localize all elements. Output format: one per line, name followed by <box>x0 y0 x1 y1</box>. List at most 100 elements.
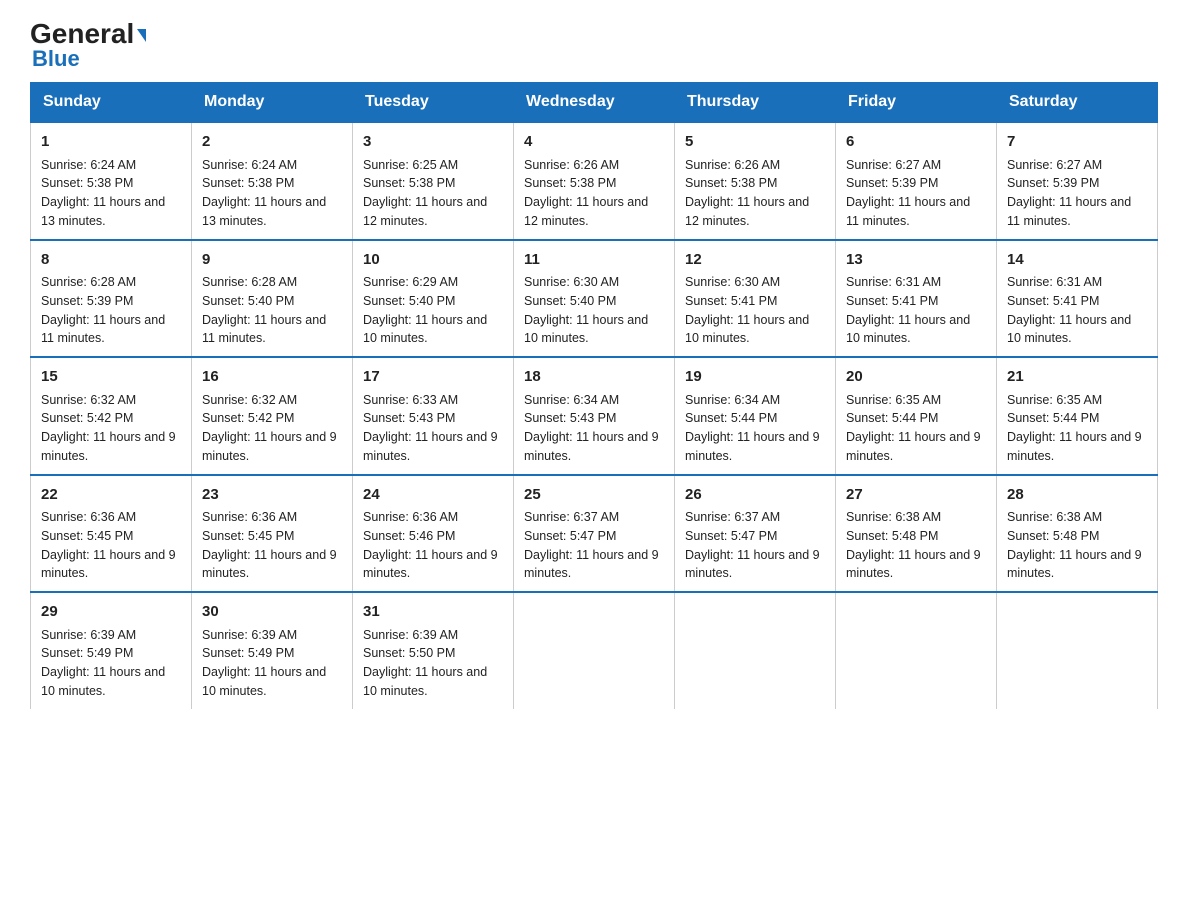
day-cell-9: 9Sunrise: 6:28 AMSunset: 5:40 PMDaylight… <box>192 240 353 358</box>
weekday-header-saturday: Saturday <box>997 83 1158 123</box>
sunset-text: Sunset: 5:41 PM <box>685 292 825 311</box>
day-number: 24 <box>363 484 503 507</box>
day-cell-19: 19Sunrise: 6:34 AMSunset: 5:44 PMDayligh… <box>675 357 836 475</box>
sunrise-text: Sunrise: 6:36 AM <box>202 508 342 527</box>
day-number: 14 <box>1007 249 1147 272</box>
day-number: 26 <box>685 484 825 507</box>
daylight-text: Daylight: 11 hours and 11 minutes. <box>1007 193 1147 231</box>
sunrise-text: Sunrise: 6:37 AM <box>685 508 825 527</box>
day-cell-30: 30Sunrise: 6:39 AMSunset: 5:49 PMDayligh… <box>192 592 353 709</box>
weekday-header-sunday: Sunday <box>31 83 192 123</box>
weekday-header-wednesday: Wednesday <box>514 83 675 123</box>
daylight-text: Daylight: 11 hours and 9 minutes. <box>1007 428 1147 466</box>
sunset-text: Sunset: 5:38 PM <box>685 174 825 193</box>
day-number: 4 <box>524 131 664 154</box>
day-cell-27: 27Sunrise: 6:38 AMSunset: 5:48 PMDayligh… <box>836 475 997 593</box>
logo-line2: Blue <box>32 46 80 72</box>
day-cell-16: 16Sunrise: 6:32 AMSunset: 5:42 PMDayligh… <box>192 357 353 475</box>
day-cell-28: 28Sunrise: 6:38 AMSunset: 5:48 PMDayligh… <box>997 475 1158 593</box>
daylight-text: Daylight: 11 hours and 10 minutes. <box>41 663 181 701</box>
sunset-text: Sunset: 5:44 PM <box>1007 409 1147 428</box>
sunrise-text: Sunrise: 6:38 AM <box>1007 508 1147 527</box>
daylight-text: Daylight: 11 hours and 9 minutes. <box>363 428 503 466</box>
day-number: 16 <box>202 366 342 389</box>
sunset-text: Sunset: 5:50 PM <box>363 644 503 663</box>
day-number: 31 <box>363 601 503 624</box>
sunset-text: Sunset: 5:38 PM <box>202 174 342 193</box>
day-number: 22 <box>41 484 181 507</box>
daylight-text: Daylight: 11 hours and 10 minutes. <box>524 311 664 349</box>
daylight-text: Daylight: 11 hours and 9 minutes. <box>363 546 503 584</box>
daylight-text: Daylight: 11 hours and 10 minutes. <box>1007 311 1147 349</box>
day-cell-21: 21Sunrise: 6:35 AMSunset: 5:44 PMDayligh… <box>997 357 1158 475</box>
day-cell-2: 2Sunrise: 6:24 AMSunset: 5:38 PMDaylight… <box>192 122 353 240</box>
sunset-text: Sunset: 5:45 PM <box>202 527 342 546</box>
day-number: 9 <box>202 249 342 272</box>
daylight-text: Daylight: 11 hours and 11 minutes. <box>202 311 342 349</box>
sunrise-text: Sunrise: 6:25 AM <box>363 156 503 175</box>
day-number: 25 <box>524 484 664 507</box>
day-cell-10: 10Sunrise: 6:29 AMSunset: 5:40 PMDayligh… <box>353 240 514 358</box>
sunset-text: Sunset: 5:48 PM <box>846 527 986 546</box>
day-cell-26: 26Sunrise: 6:37 AMSunset: 5:47 PMDayligh… <box>675 475 836 593</box>
daylight-text: Daylight: 11 hours and 11 minutes. <box>846 193 986 231</box>
sunset-text: Sunset: 5:49 PM <box>41 644 181 663</box>
daylight-text: Daylight: 11 hours and 9 minutes. <box>524 546 664 584</box>
sunset-text: Sunset: 5:40 PM <box>524 292 664 311</box>
daylight-text: Daylight: 11 hours and 9 minutes. <box>1007 546 1147 584</box>
empty-cell <box>514 592 675 709</box>
sunset-text: Sunset: 5:44 PM <box>846 409 986 428</box>
sunrise-text: Sunrise: 6:31 AM <box>1007 273 1147 292</box>
daylight-text: Daylight: 11 hours and 9 minutes. <box>202 428 342 466</box>
sunset-text: Sunset: 5:43 PM <box>524 409 664 428</box>
sunrise-text: Sunrise: 6:26 AM <box>685 156 825 175</box>
sunset-text: Sunset: 5:46 PM <box>363 527 503 546</box>
sunrise-text: Sunrise: 6:26 AM <box>524 156 664 175</box>
day-cell-17: 17Sunrise: 6:33 AMSunset: 5:43 PMDayligh… <box>353 357 514 475</box>
sunset-text: Sunset: 5:47 PM <box>524 527 664 546</box>
day-number: 13 <box>846 249 986 272</box>
sunrise-text: Sunrise: 6:35 AM <box>846 391 986 410</box>
page-header: General Blue <box>30 20 1158 72</box>
sunrise-text: Sunrise: 6:36 AM <box>41 508 181 527</box>
day-cell-22: 22Sunrise: 6:36 AMSunset: 5:45 PMDayligh… <box>31 475 192 593</box>
sunset-text: Sunset: 5:39 PM <box>846 174 986 193</box>
sunrise-text: Sunrise: 6:28 AM <box>41 273 181 292</box>
calendar-body: 1Sunrise: 6:24 AMSunset: 5:38 PMDaylight… <box>31 122 1158 709</box>
sunset-text: Sunset: 5:38 PM <box>524 174 664 193</box>
daylight-text: Daylight: 11 hours and 12 minutes. <box>363 193 503 231</box>
sunset-text: Sunset: 5:44 PM <box>685 409 825 428</box>
sunset-text: Sunset: 5:45 PM <box>41 527 181 546</box>
day-number: 5 <box>685 131 825 154</box>
day-number: 19 <box>685 366 825 389</box>
day-number: 17 <box>363 366 503 389</box>
day-cell-8: 8Sunrise: 6:28 AMSunset: 5:39 PMDaylight… <box>31 240 192 358</box>
day-number: 28 <box>1007 484 1147 507</box>
sunrise-text: Sunrise: 6:29 AM <box>363 273 503 292</box>
sunset-text: Sunset: 5:41 PM <box>1007 292 1147 311</box>
sunset-text: Sunset: 5:39 PM <box>1007 174 1147 193</box>
day-number: 2 <box>202 131 342 154</box>
day-cell-31: 31Sunrise: 6:39 AMSunset: 5:50 PMDayligh… <box>353 592 514 709</box>
sunrise-text: Sunrise: 6:27 AM <box>846 156 986 175</box>
sunset-text: Sunset: 5:38 PM <box>363 174 503 193</box>
weekday-header-tuesday: Tuesday <box>353 83 514 123</box>
day-cell-5: 5Sunrise: 6:26 AMSunset: 5:38 PMDaylight… <box>675 122 836 240</box>
sunset-text: Sunset: 5:42 PM <box>41 409 181 428</box>
day-cell-15: 15Sunrise: 6:32 AMSunset: 5:42 PMDayligh… <box>31 357 192 475</box>
daylight-text: Daylight: 11 hours and 9 minutes. <box>685 428 825 466</box>
daylight-text: Daylight: 11 hours and 10 minutes. <box>846 311 986 349</box>
day-number: 8 <box>41 249 181 272</box>
day-cell-1: 1Sunrise: 6:24 AMSunset: 5:38 PMDaylight… <box>31 122 192 240</box>
sunrise-text: Sunrise: 6:36 AM <box>363 508 503 527</box>
day-cell-12: 12Sunrise: 6:30 AMSunset: 5:41 PMDayligh… <box>675 240 836 358</box>
sunrise-text: Sunrise: 6:38 AM <box>846 508 986 527</box>
week-row-4: 22Sunrise: 6:36 AMSunset: 5:45 PMDayligh… <box>31 475 1158 593</box>
day-number: 12 <box>685 249 825 272</box>
week-row-1: 1Sunrise: 6:24 AMSunset: 5:38 PMDaylight… <box>31 122 1158 240</box>
sunrise-text: Sunrise: 6:37 AM <box>524 508 664 527</box>
day-cell-20: 20Sunrise: 6:35 AMSunset: 5:44 PMDayligh… <box>836 357 997 475</box>
weekday-header-thursday: Thursday <box>675 83 836 123</box>
sunset-text: Sunset: 5:40 PM <box>202 292 342 311</box>
day-number: 27 <box>846 484 986 507</box>
